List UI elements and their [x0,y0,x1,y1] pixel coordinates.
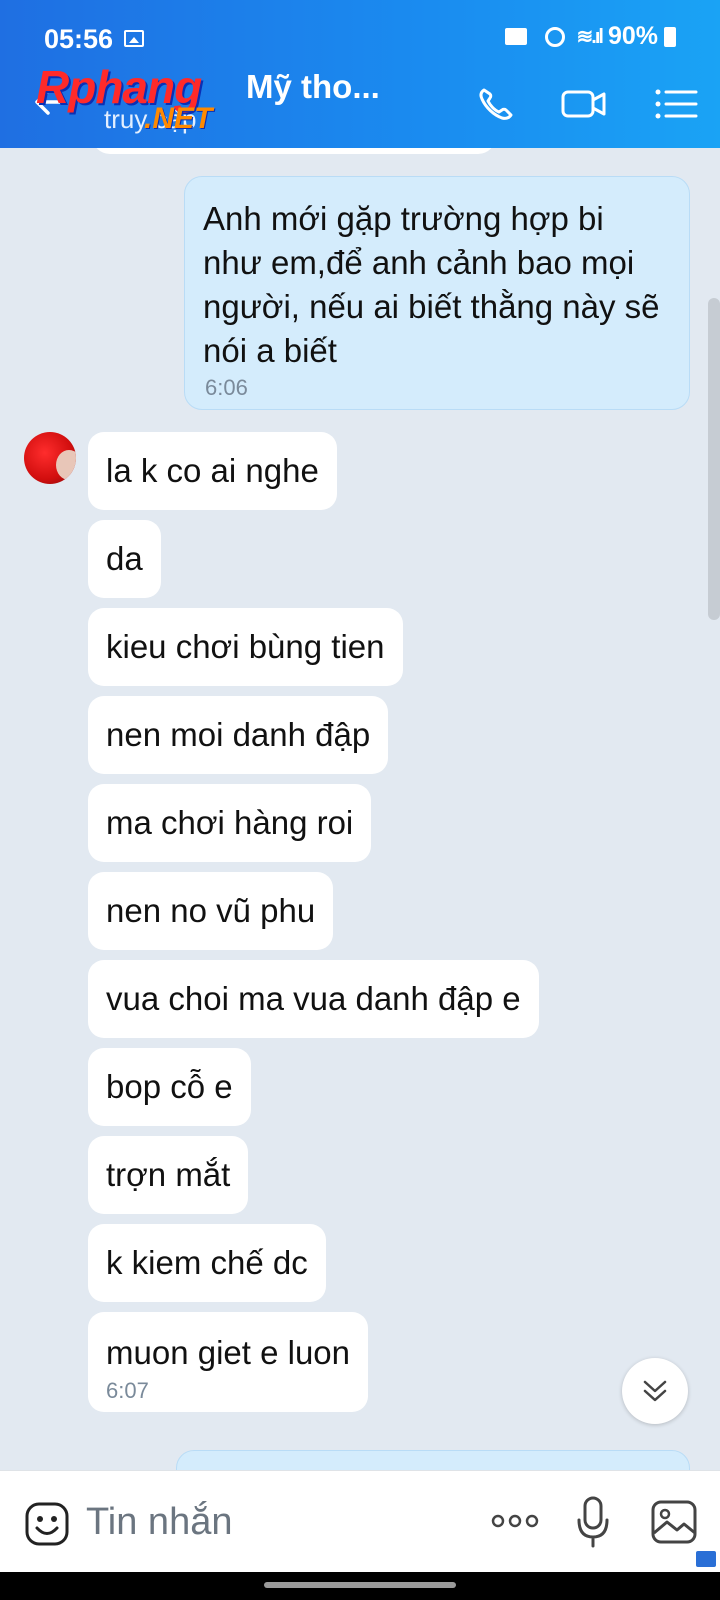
message-time: 6:06 [205,375,248,400]
incoming-message[interactable]: kieu chơi bùng tien [88,608,403,686]
message-composer [0,1470,720,1572]
video-camera-icon[interactable] [560,84,608,124]
more-dots-icon[interactable] [490,1509,540,1533]
image-gallery-icon[interactable] [650,1499,698,1545]
incoming-message[interactable]: muon giet e luon 6:07 [88,1312,369,1412]
message-text: Anh mới gặp trường hợp bi như em,để anh … [203,200,660,369]
scroll-down-icon[interactable] [622,1358,688,1424]
incoming-message[interactable]: vua choi ma vua danh đập e [88,960,539,1038]
wifi-signal-icon: ≋.ıl [576,26,604,48]
incoming-message[interactable]: da [88,520,161,598]
system-nav-bar [0,1572,720,1600]
contact-name[interactable]: Mỹ tho... [246,68,380,106]
battery-icon [664,26,676,47]
emoji-icon[interactable] [24,1501,70,1547]
watermark-text-net: .NET [144,102,213,135]
alarm-icon [544,26,565,47]
partial-message-bubble [92,148,496,154]
avatar[interactable] [24,432,76,484]
message-list[interactable]: Anh mới gặp trường hợp bi như em,để anh … [0,148,720,1470]
incoming-message[interactable]: nen no vũ phu [88,872,334,950]
chat-header: truy cập Mỹ tho... Rphang .NET [0,60,720,148]
incoming-message[interactable]: k kiem chế dc [88,1224,326,1302]
message-time: 6:07 [106,1378,149,1403]
incoming-message[interactable]: trợn mắt [88,1136,249,1214]
watermark-logo: Rphang .NET [36,60,256,140]
status-time: 05:56 [44,24,114,54]
image-notification-icon [124,30,144,47]
system-icons: ≋.ıl 90% [504,22,676,51]
folder-icon [504,28,527,45]
incoming-message[interactable]: la k co ai nghe [88,432,337,510]
home-indicator[interactable] [264,1582,456,1588]
folder-badge-icon [696,1551,716,1567]
status-bar: 05:56 ≋.ıl 90% [0,0,720,60]
partial-message-bubble [176,1450,690,1470]
message-input[interactable] [86,1491,466,1553]
list-menu-icon[interactable] [652,84,700,124]
scrollbar[interactable] [708,298,720,620]
outgoing-message[interactable]: Anh mới gặp trường hợp bi như em,để anh … [184,176,690,410]
battery-percent: 90% [607,22,658,50]
message-text: muon giet e luon [106,1334,351,1371]
incoming-message[interactable]: ma chơi hàng roi [88,784,372,862]
incoming-message[interactable]: bop cỗ e [88,1048,251,1126]
incoming-message[interactable]: nen moi danh đập [88,696,389,774]
microphone-icon[interactable] [574,1495,612,1549]
phone-icon[interactable] [472,84,520,124]
